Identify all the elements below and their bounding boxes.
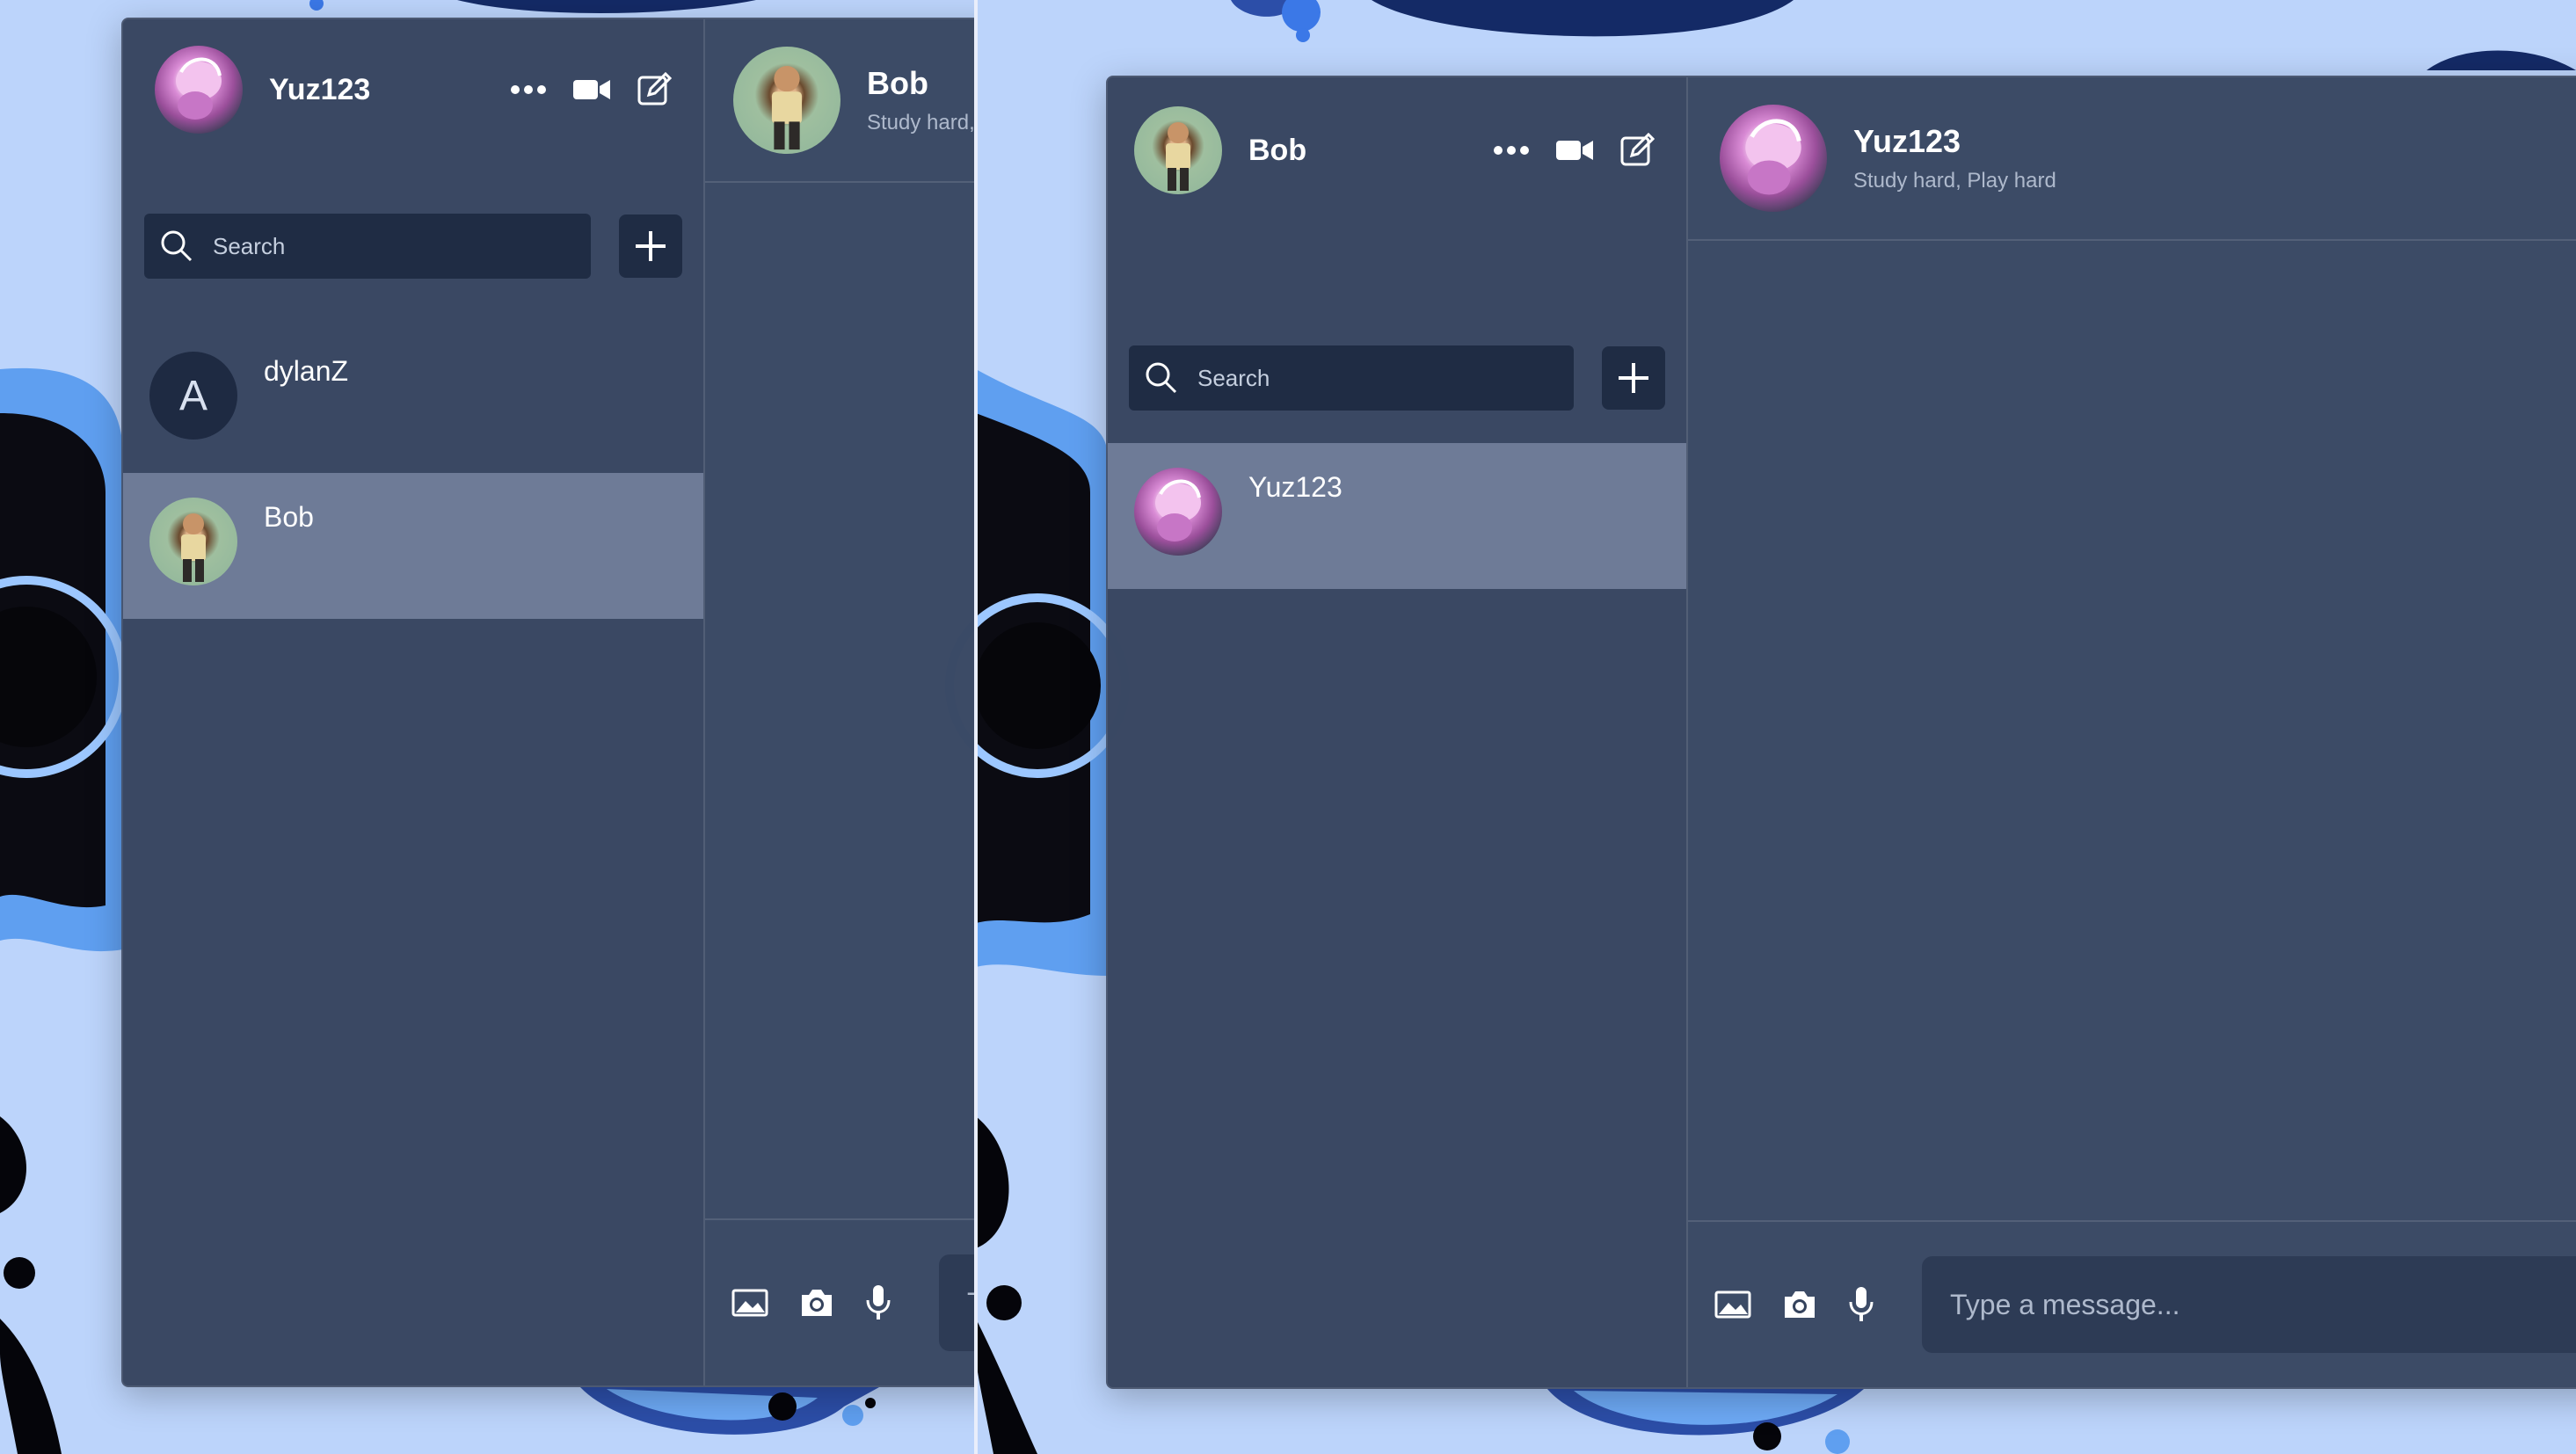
right-pane: Bob Search Yuz123 Yuz123 Study hard, Pla… bbox=[976, 0, 2576, 1454]
current-user-avatar[interactable] bbox=[1134, 106, 1222, 194]
camera-icon[interactable] bbox=[798, 1288, 835, 1318]
conversation-item-dylanz[interactable]: A dylanZ bbox=[123, 327, 703, 473]
chat-panel: Bob Study hard, Ty bbox=[705, 19, 976, 1385]
compose-icon[interactable] bbox=[637, 72, 672, 107]
search-icon bbox=[160, 229, 193, 263]
current-user-avatar[interactable] bbox=[155, 46, 243, 134]
message-input[interactable]: Type a message... bbox=[1922, 1256, 2576, 1353]
chat-header: Yuz123 Study hard, Play hard bbox=[1688, 77, 2576, 241]
message-placeholder: Type a message... bbox=[1950, 1288, 2180, 1320]
image-icon[interactable] bbox=[731, 1289, 768, 1317]
chat-partner-name: Yuz123 bbox=[1853, 123, 1961, 159]
search-placeholder: Search bbox=[1197, 364, 1270, 391]
more-icon[interactable] bbox=[510, 84, 547, 95]
add-conversation-button[interactable] bbox=[1602, 346, 1665, 410]
header-actions bbox=[1493, 133, 1655, 168]
avatar bbox=[149, 498, 237, 585]
message-input[interactable]: Ty bbox=[939, 1254, 976, 1351]
chat-window: Bob Search Yuz123 Yuz123 Study hard, Pla… bbox=[1106, 76, 2576, 1389]
search-row: Search bbox=[123, 211, 703, 281]
add-conversation-button[interactable] bbox=[619, 214, 682, 278]
conversation-item-bob[interactable]: Bob bbox=[123, 473, 703, 619]
conversation-name: Yuz123 bbox=[1248, 471, 1343, 503]
sidebar: Yuz123 Search A dylanZ Bob bbox=[123, 19, 705, 1385]
chat-partner-status: Study hard, bbox=[867, 111, 975, 134]
avatar: A bbox=[149, 352, 237, 440]
chat-panel: Yuz123 Study hard, Play hard Type a mess… bbox=[1688, 77, 2576, 1387]
camera-icon[interactable] bbox=[1781, 1290, 1818, 1320]
chat-header: Bob Study hard, bbox=[705, 19, 976, 183]
conversation-name: dylanZ bbox=[264, 355, 349, 387]
more-icon[interactable] bbox=[1493, 145, 1530, 156]
search-input[interactable]: Search bbox=[1129, 345, 1574, 411]
image-icon[interactable] bbox=[1714, 1290, 1751, 1319]
plus-icon bbox=[636, 231, 666, 261]
chat-partner-status: Study hard, Play hard bbox=[1853, 169, 2056, 193]
chat-window: Yuz123 Search A dylanZ Bob Bob Study har… bbox=[121, 18, 976, 1387]
message-composer: Type a message... bbox=[1688, 1220, 2576, 1387]
conversation-item-yuz123[interactable]: Yuz123 bbox=[1108, 443, 1686, 589]
chat-title-block: Yuz123 Study hard, Play hard bbox=[1853, 123, 2056, 193]
search-input[interactable]: Search bbox=[144, 214, 591, 279]
search-row: Search bbox=[1108, 343, 1686, 413]
compose-icon[interactable] bbox=[1619, 133, 1655, 168]
sidebar-header: Bob bbox=[1108, 77, 1686, 223]
chat-partner-name: Bob bbox=[867, 65, 928, 101]
chat-partner-avatar[interactable] bbox=[1720, 105, 1827, 212]
plus-icon bbox=[1619, 363, 1648, 393]
video-icon[interactable] bbox=[573, 77, 610, 102]
split-divider bbox=[974, 0, 978, 1454]
left-pane: Yuz123 Search A dylanZ Bob Bob Study har… bbox=[0, 0, 976, 1454]
current-user-name: Yuz123 bbox=[269, 72, 371, 106]
header-actions bbox=[510, 72, 672, 107]
chat-title-block: Bob Study hard, bbox=[867, 65, 975, 135]
video-icon[interactable] bbox=[1556, 138, 1593, 163]
conversation-list: A dylanZ Bob bbox=[123, 327, 703, 619]
message-composer: Ty bbox=[705, 1218, 976, 1385]
conversation-list: Yuz123 bbox=[1108, 443, 1686, 589]
sidebar: Bob Search Yuz123 bbox=[1108, 77, 1688, 1387]
microphone-icon[interactable] bbox=[865, 1284, 891, 1321]
microphone-icon[interactable] bbox=[1848, 1286, 1874, 1323]
conversation-name: Bob bbox=[264, 501, 314, 533]
search-placeholder: Search bbox=[213, 232, 286, 259]
sidebar-header: Yuz123 bbox=[123, 19, 703, 160]
avatar bbox=[1134, 468, 1222, 556]
chat-partner-avatar[interactable] bbox=[733, 47, 840, 154]
current-user-name: Bob bbox=[1248, 133, 1307, 167]
search-icon bbox=[1145, 361, 1178, 395]
